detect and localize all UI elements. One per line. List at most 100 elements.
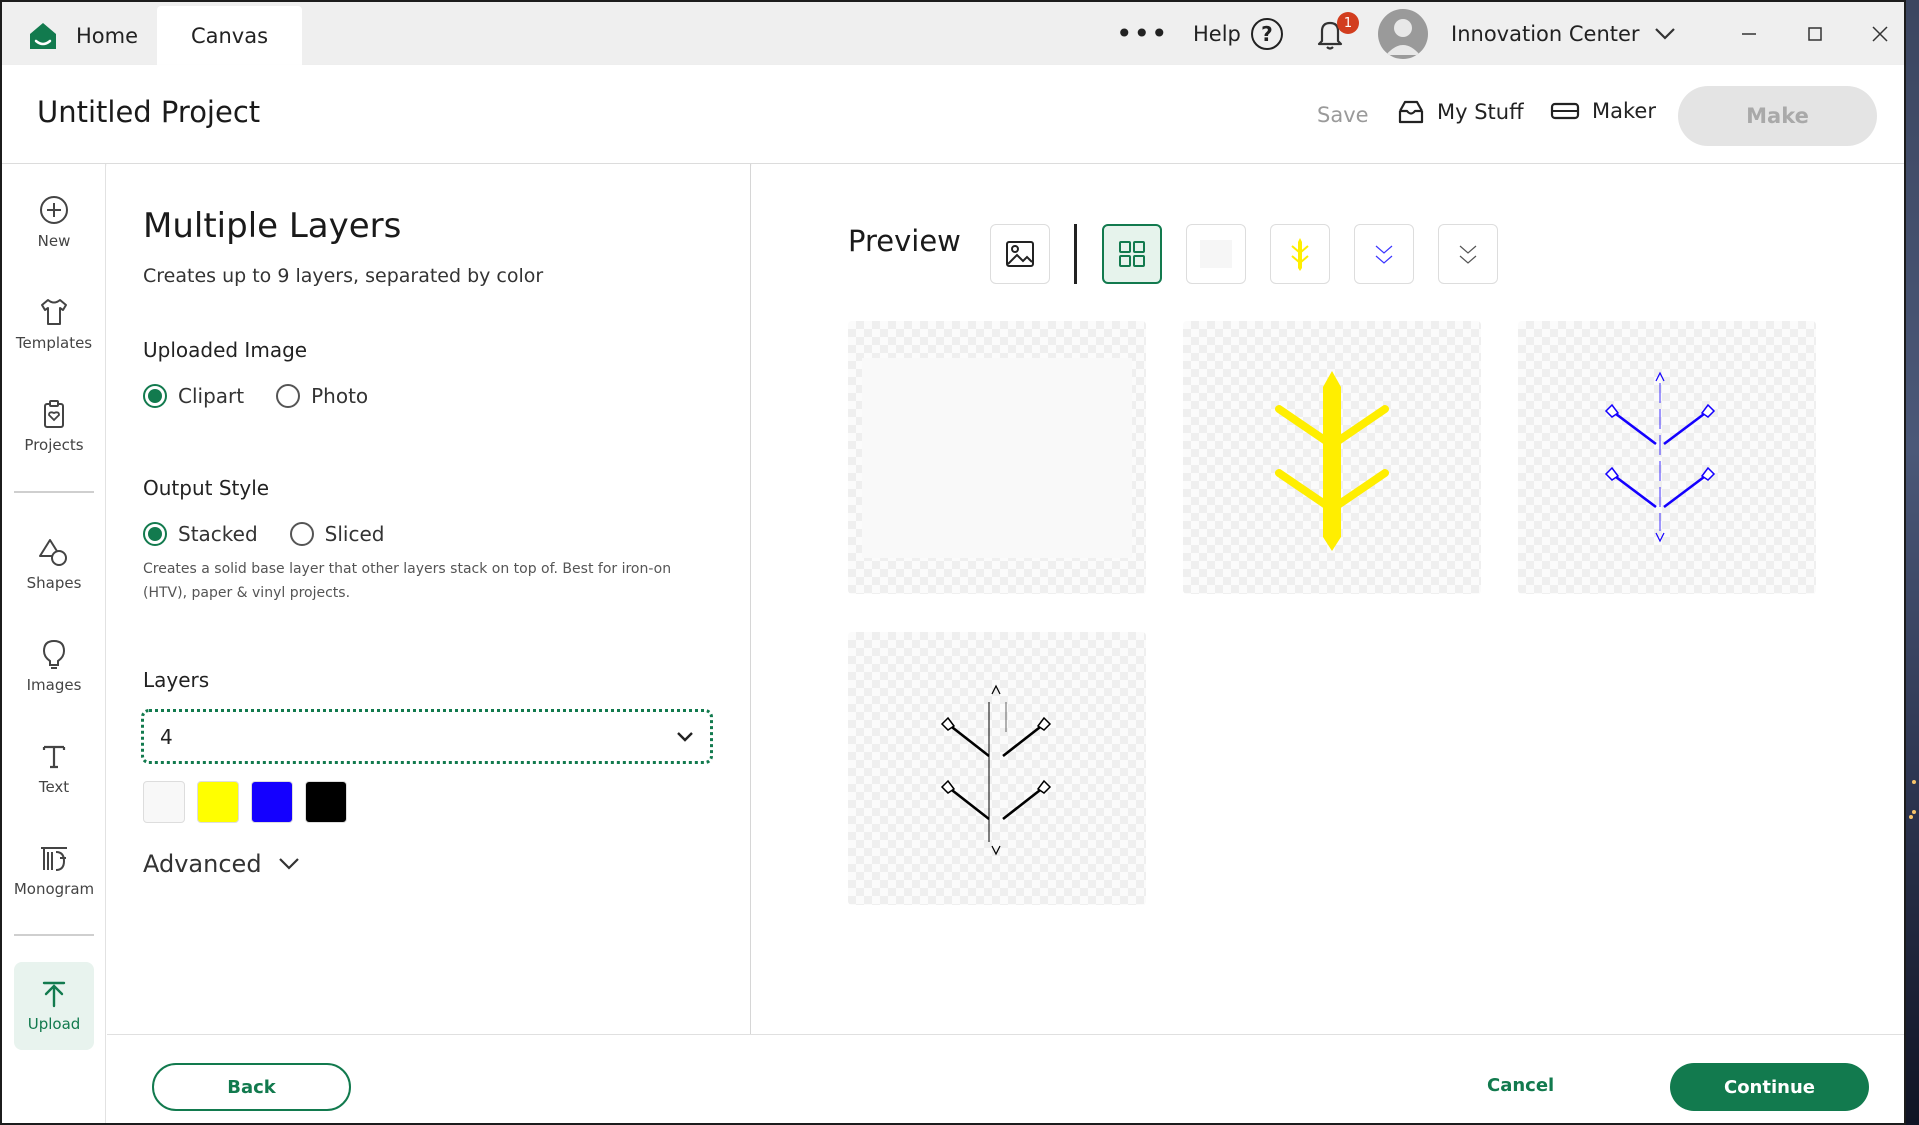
shapes-icon bbox=[39, 539, 67, 566]
layer-swatches bbox=[143, 781, 347, 823]
preview-title: Preview bbox=[848, 224, 961, 258]
help-button[interactable]: Help ? bbox=[1193, 2, 1283, 65]
project-header: Untitled Project Save My Stuff Maker Mak… bbox=[2, 65, 1904, 164]
maker-button[interactable]: Maker bbox=[1550, 99, 1656, 123]
rail-text[interactable]: Text bbox=[2, 740, 106, 796]
stacked-label[interactable]: Stacked bbox=[178, 522, 258, 546]
rail-monogram-label: Monogram bbox=[13, 880, 95, 898]
monogram-icon bbox=[41, 847, 67, 871]
rail-images[interactable]: Images bbox=[2, 638, 106, 694]
app-window: Home Canvas ••• Help ? 1 Innovation Cent… bbox=[0, 0, 1906, 1125]
advanced-label: Advanced bbox=[143, 850, 262, 878]
layer-preview-yellow[interactable] bbox=[1183, 321, 1481, 594]
yellow-layer-thumbnail bbox=[1291, 238, 1309, 271]
desktop-background bbox=[1906, 0, 1919, 1125]
plus-circle-icon bbox=[40, 196, 68, 224]
my-stuff-button[interactable]: My Stuff bbox=[1397, 99, 1524, 125]
make-button[interactable]: Make bbox=[1678, 86, 1877, 146]
panel-subtitle: Creates up to 9 layers, separated by col… bbox=[143, 265, 544, 287]
color-swatch[interactable] bbox=[197, 781, 239, 823]
stacked-radio[interactable] bbox=[143, 522, 167, 546]
advanced-toggle[interactable]: Advanced bbox=[143, 850, 300, 878]
layers-select[interactable]: 4 bbox=[141, 709, 713, 764]
minimize-button[interactable] bbox=[1724, 2, 1774, 65]
rail-new[interactable]: New bbox=[2, 194, 106, 250]
chevron-down-icon bbox=[278, 858, 299, 870]
chevron-down-icon bbox=[677, 731, 693, 742]
rail-templates[interactable]: Templates bbox=[2, 296, 106, 352]
tab-canvas-label: Canvas bbox=[190, 23, 269, 48]
sliced-label[interactable]: Sliced bbox=[325, 522, 385, 546]
layer-3-thumb-button[interactable] bbox=[1354, 224, 1414, 284]
rail-shapes[interactable]: Shapes bbox=[2, 536, 106, 592]
user-icon bbox=[1386, 18, 1420, 55]
panel-title: Multiple Layers bbox=[143, 206, 402, 246]
maximize-button[interactable] bbox=[1790, 2, 1840, 65]
text-icon bbox=[42, 745, 66, 769]
back-button[interactable]: Back bbox=[152, 1063, 351, 1111]
rail-images-label: Images bbox=[26, 676, 82, 694]
original-image-button[interactable] bbox=[990, 224, 1050, 284]
output-style-label: Output Style bbox=[143, 476, 270, 500]
avatar[interactable] bbox=[1378, 2, 1428, 65]
save-button[interactable]: Save bbox=[1317, 103, 1369, 127]
black-layer-image bbox=[940, 684, 1052, 856]
continue-button[interactable]: Continue bbox=[1670, 1063, 1869, 1111]
notifications-button[interactable]: 1 bbox=[1314, 2, 1359, 65]
shirt-icon bbox=[41, 299, 67, 325]
white-layer-image bbox=[862, 358, 1132, 558]
clipart-label[interactable]: Clipart bbox=[178, 384, 244, 408]
layer-4-thumb-button[interactable] bbox=[1438, 224, 1498, 284]
rail-divider bbox=[14, 934, 94, 936]
layer-2-thumb-button[interactable] bbox=[1270, 224, 1330, 284]
black-layer-thumbnail bbox=[1459, 245, 1477, 264]
tab-canvas[interactable]: Canvas bbox=[157, 6, 302, 65]
maker-label: Maker bbox=[1592, 99, 1656, 123]
sliced-radio[interactable] bbox=[289, 522, 314, 546]
account-name: Innovation Center bbox=[1451, 21, 1640, 46]
minimize-icon bbox=[1742, 32, 1756, 35]
layer-preview-blue[interactable] bbox=[1518, 321, 1816, 594]
output-style-options: Stacked Sliced bbox=[143, 522, 384, 546]
color-swatch[interactable] bbox=[305, 781, 347, 823]
photo-radio[interactable] bbox=[276, 384, 301, 408]
color-swatch[interactable] bbox=[251, 781, 293, 823]
grid-view-button[interactable] bbox=[1102, 224, 1162, 284]
footer-bar: Back Cancel Continue bbox=[107, 1034, 1904, 1123]
layer-preview-black[interactable] bbox=[848, 632, 1146, 905]
upload-icon bbox=[42, 981, 66, 1008]
chevron-down-icon bbox=[1654, 27, 1675, 40]
cancel-button[interactable]: Cancel bbox=[1487, 1075, 1554, 1096]
image-icon bbox=[1006, 241, 1034, 267]
layer-preview-white[interactable] bbox=[848, 321, 1146, 594]
photo-label[interactable]: Photo bbox=[311, 384, 368, 408]
layers-label: Layers bbox=[143, 668, 210, 692]
color-swatch[interactable] bbox=[143, 781, 185, 823]
more-options-button[interactable]: ••• bbox=[1116, 2, 1169, 65]
rail-new-label: New bbox=[37, 232, 71, 250]
blue-layer-image bbox=[1604, 371, 1716, 543]
lightbulb-icon bbox=[42, 639, 66, 669]
clipart-radio[interactable] bbox=[143, 384, 167, 408]
tab-home-label: Home bbox=[76, 23, 139, 48]
tab-home[interactable]: Home bbox=[14, 6, 154, 65]
grid-icon bbox=[1119, 241, 1145, 267]
rail-divider bbox=[14, 491, 94, 493]
rail-upload[interactable]: Upload bbox=[14, 962, 94, 1050]
project-title[interactable]: Untitled Project bbox=[37, 95, 260, 129]
left-toolbar: New Templates Projects Shapes Images Tex… bbox=[2, 164, 106, 1123]
rail-text-label: Text bbox=[38, 778, 70, 796]
rail-projects[interactable]: Projects bbox=[2, 398, 106, 454]
rail-shapes-label: Shapes bbox=[26, 574, 82, 592]
help-label: Help bbox=[1193, 21, 1241, 46]
options-panel: Multiple Layers Creates up to 9 layers, … bbox=[107, 164, 751, 1034]
help-icon: ? bbox=[1250, 17, 1283, 50]
close-window-button[interactable] bbox=[1855, 2, 1904, 65]
layer-1-thumb-button[interactable] bbox=[1186, 224, 1246, 284]
machine-icon bbox=[1550, 102, 1580, 120]
account-menu[interactable]: Innovation Center bbox=[1451, 2, 1676, 65]
close-icon bbox=[1872, 25, 1888, 42]
rail-monogram[interactable]: Monogram bbox=[2, 842, 106, 898]
inbox-icon bbox=[1398, 100, 1424, 124]
maximize-icon bbox=[1808, 26, 1822, 41]
